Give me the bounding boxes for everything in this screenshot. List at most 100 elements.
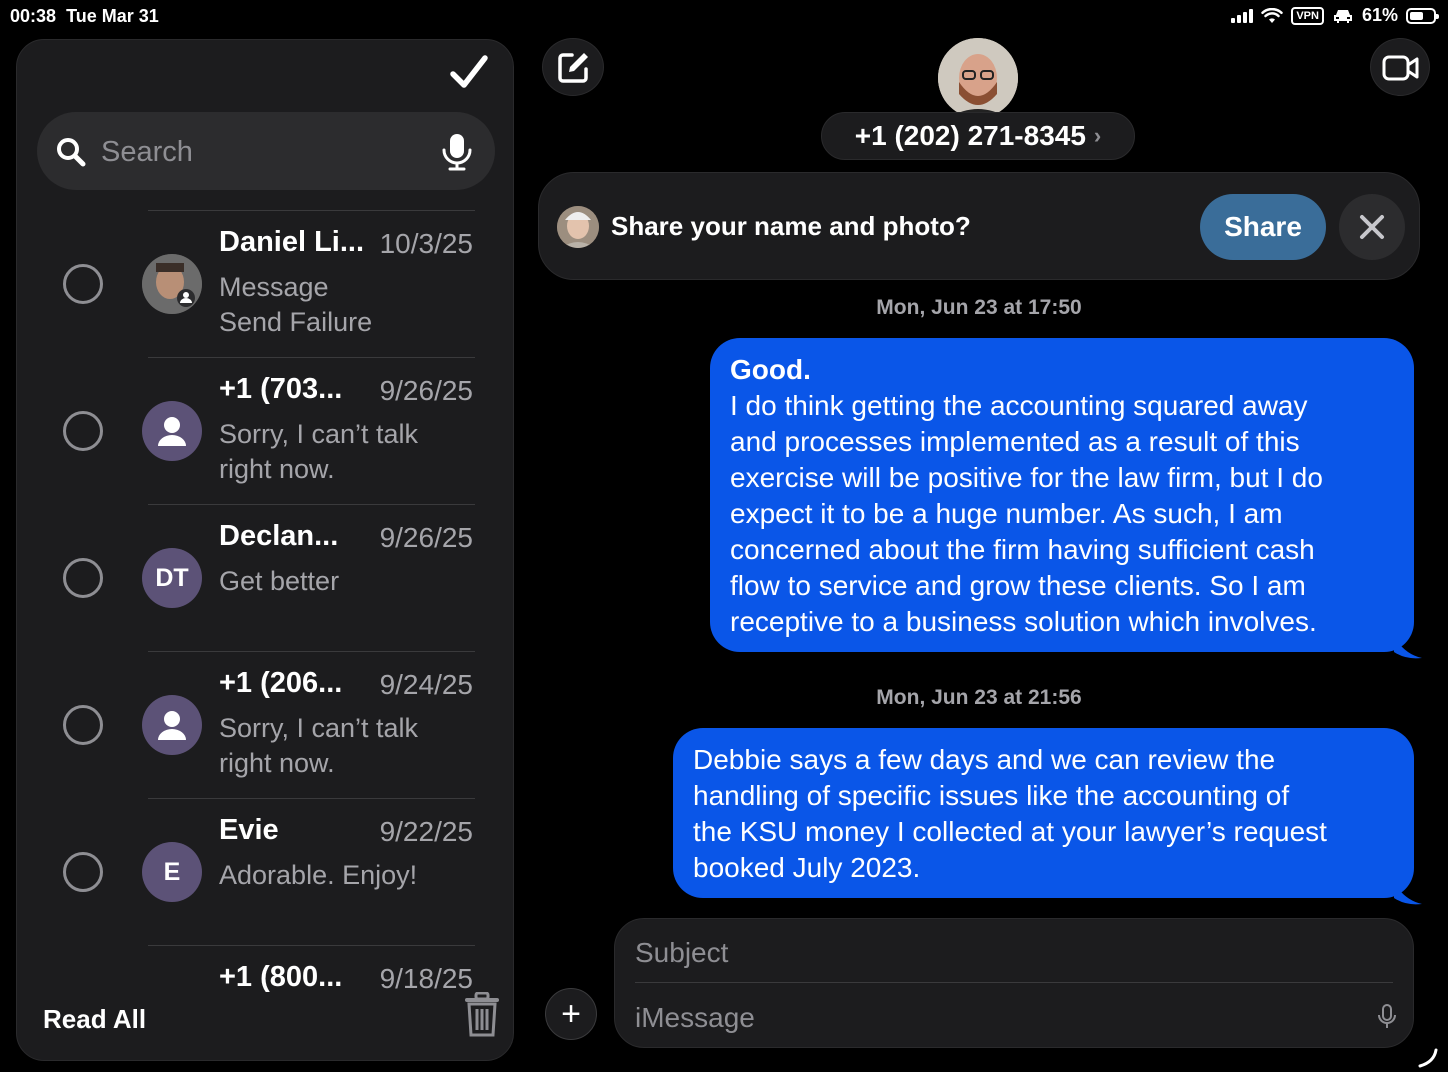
close-icon: [1360, 215, 1384, 239]
message-line: receptive to a business solution which i…: [730, 606, 1317, 637]
row-separator: [148, 651, 475, 652]
preview-line: right now.: [219, 748, 335, 778]
row-separator: [148, 210, 475, 211]
person-icon: [158, 417, 186, 446]
contact-name: Daniel Li...: [219, 226, 365, 258]
message-line: expect it to be a huge number. As such, …: [730, 498, 1283, 529]
message-line: flow to service and grow these clients. …: [730, 570, 1306, 601]
message-preview: Sorry, I can’t talk right now.: [219, 711, 469, 781]
contact-number: +1 (202) 271-8345: [854, 120, 1086, 151]
status-bar: 00:38 Tue Mar 31 VPN 61%: [0, 0, 1448, 34]
person-icon: [158, 711, 186, 740]
dictation-microphone-icon[interactable]: [1377, 1003, 1397, 1031]
message-line: concerned about the firm having sufficie…: [730, 534, 1315, 565]
my-avatar: [557, 206, 599, 248]
conversation-row-declan[interactable]: DT Declan... 9/26/25 Get better: [17, 504, 513, 651]
message-line: exercise will be positive for the law fi…: [730, 462, 1323, 493]
search-icon: [57, 138, 86, 167]
message-timestamp: Mon, Jun 23 at 17:50: [876, 296, 1082, 319]
status-date: Tue Mar 31: [66, 6, 159, 26]
avatar-initials: DT: [142, 548, 202, 608]
sidebar-footer: Read All: [17, 990, 513, 1060]
avatar: [142, 695, 202, 755]
contact-name: Evie: [219, 814, 279, 846]
message-preview: Get better: [219, 564, 469, 599]
message-line: and processes implemented as a result of…: [730, 426, 1300, 457]
message-line: Debbie says a few days and we can review…: [693, 744, 1276, 775]
share-prompt-text: Share your name and photo?: [611, 211, 971, 241]
clock: 00:38: [10, 6, 57, 26]
car-icon: [1333, 9, 1352, 23]
message-date: 9/26/25: [379, 375, 473, 406]
battery-icon: [1406, 7, 1439, 24]
contact-photo: [142, 254, 202, 314]
status-indicators: VPN 61%: [1231, 5, 1439, 26]
select-radio[interactable]: [63, 705, 103, 745]
select-radio[interactable]: [63, 558, 103, 598]
resize-handle-icon[interactable]: [1416, 1046, 1438, 1068]
contact-name: +1 (206...: [219, 667, 343, 699]
search-bar[interactable]: [37, 112, 495, 190]
sent-message-bubble[interactable]: Good. I do think getting the accounting …: [710, 338, 1422, 659]
preview-line: Send Failure: [219, 307, 373, 337]
select-radio[interactable]: [63, 411, 103, 451]
preview-line: Get better: [219, 566, 340, 596]
status-time: 00:38 Tue Mar 31: [10, 6, 159, 27]
wifi-icon: [1261, 7, 1284, 23]
contact-name: Declan...: [219, 520, 339, 552]
sent-message-bubble[interactable]: Debbie says a few days and we can review…: [673, 728, 1422, 905]
conversation-row-daniel[interactable]: Daniel Li... 10/3/25 Message Send Failur…: [17, 210, 513, 357]
row-separator: [148, 504, 475, 505]
battery-percent: 61%: [1361, 5, 1398, 25]
video-camera-icon: [1382, 55, 1419, 81]
contact-avatar[interactable]: [938, 38, 1018, 118]
conversation-row-206[interactable]: +1 (206... 9/24/25 Sorry, I can’t talk r…: [17, 651, 513, 798]
conversation-list: Daniel Li... 10/3/25 Message Send Failur…: [17, 210, 513, 1060]
row-separator: [148, 798, 475, 799]
message-timestamp: Mon, Jun 23 at 21:56: [876, 686, 1082, 709]
message-date: 9/26/25: [379, 522, 473, 553]
message-date: 10/3/25: [379, 228, 473, 259]
compose-button[interactable]: [542, 38, 604, 96]
cellular-signal-icon: [1231, 8, 1254, 23]
composer-divider: [635, 982, 1393, 983]
avatar: [142, 401, 202, 461]
message-line: the KSU money I collected at your lawyer…: [693, 816, 1327, 847]
share-button[interactable]: Share: [1200, 194, 1326, 260]
contact-photo: [938, 38, 1018, 118]
row-separator: [148, 357, 475, 358]
my-photo: [557, 206, 599, 248]
select-radio[interactable]: [63, 852, 103, 892]
message-composer: [614, 918, 1414, 1048]
message-line: I do think getting the accounting square…: [730, 390, 1308, 421]
row-separator: [148, 945, 475, 946]
message-preview: Message Send Failure: [219, 270, 469, 340]
subject-field[interactable]: [635, 931, 1335, 975]
message-preview: Sorry, I can’t talk right now.: [219, 417, 469, 487]
close-button[interactable]: [1339, 194, 1405, 260]
contact-details-button[interactable]: +1 (202) 271-8345 ›: [821, 112, 1135, 160]
add-attachment-button[interactable]: +: [545, 988, 597, 1040]
conversation-row-evie[interactable]: E Evie 9/22/25 Adorable. Enjoy!: [17, 798, 513, 945]
contact-name: +1 (703...: [219, 373, 343, 405]
preview-line: Sorry, I can’t talk: [219, 713, 419, 743]
checkmark-icon[interactable]: [447, 50, 491, 94]
read-all-button[interactable]: Read All: [43, 1004, 146, 1035]
conversation-row-703[interactable]: +1 (703... 9/26/25 Sorry, I can’t talk r…: [17, 357, 513, 504]
plus-icon: +: [561, 994, 581, 1033]
microphone-icon[interactable]: [439, 132, 475, 172]
preview-line: Message: [219, 272, 329, 302]
message-date: 9/24/25: [379, 669, 473, 700]
message-title: Good.: [730, 354, 811, 385]
imessage-input[interactable]: [635, 996, 1335, 1040]
avatar-initials: E: [142, 842, 202, 902]
message-preview: Adorable. Enjoy!: [219, 858, 469, 893]
select-radio[interactable]: [63, 264, 103, 304]
avatar: [142, 254, 202, 314]
search-input[interactable]: [101, 132, 421, 172]
trash-icon[interactable]: [463, 992, 501, 1038]
conversation-sidebar: Daniel Li... 10/3/25 Message Send Failur…: [16, 39, 514, 1061]
facetime-video-button[interactable]: [1370, 38, 1430, 96]
preview-line: Adorable. Enjoy!: [219, 860, 418, 890]
battery-fill: [1410, 11, 1424, 20]
